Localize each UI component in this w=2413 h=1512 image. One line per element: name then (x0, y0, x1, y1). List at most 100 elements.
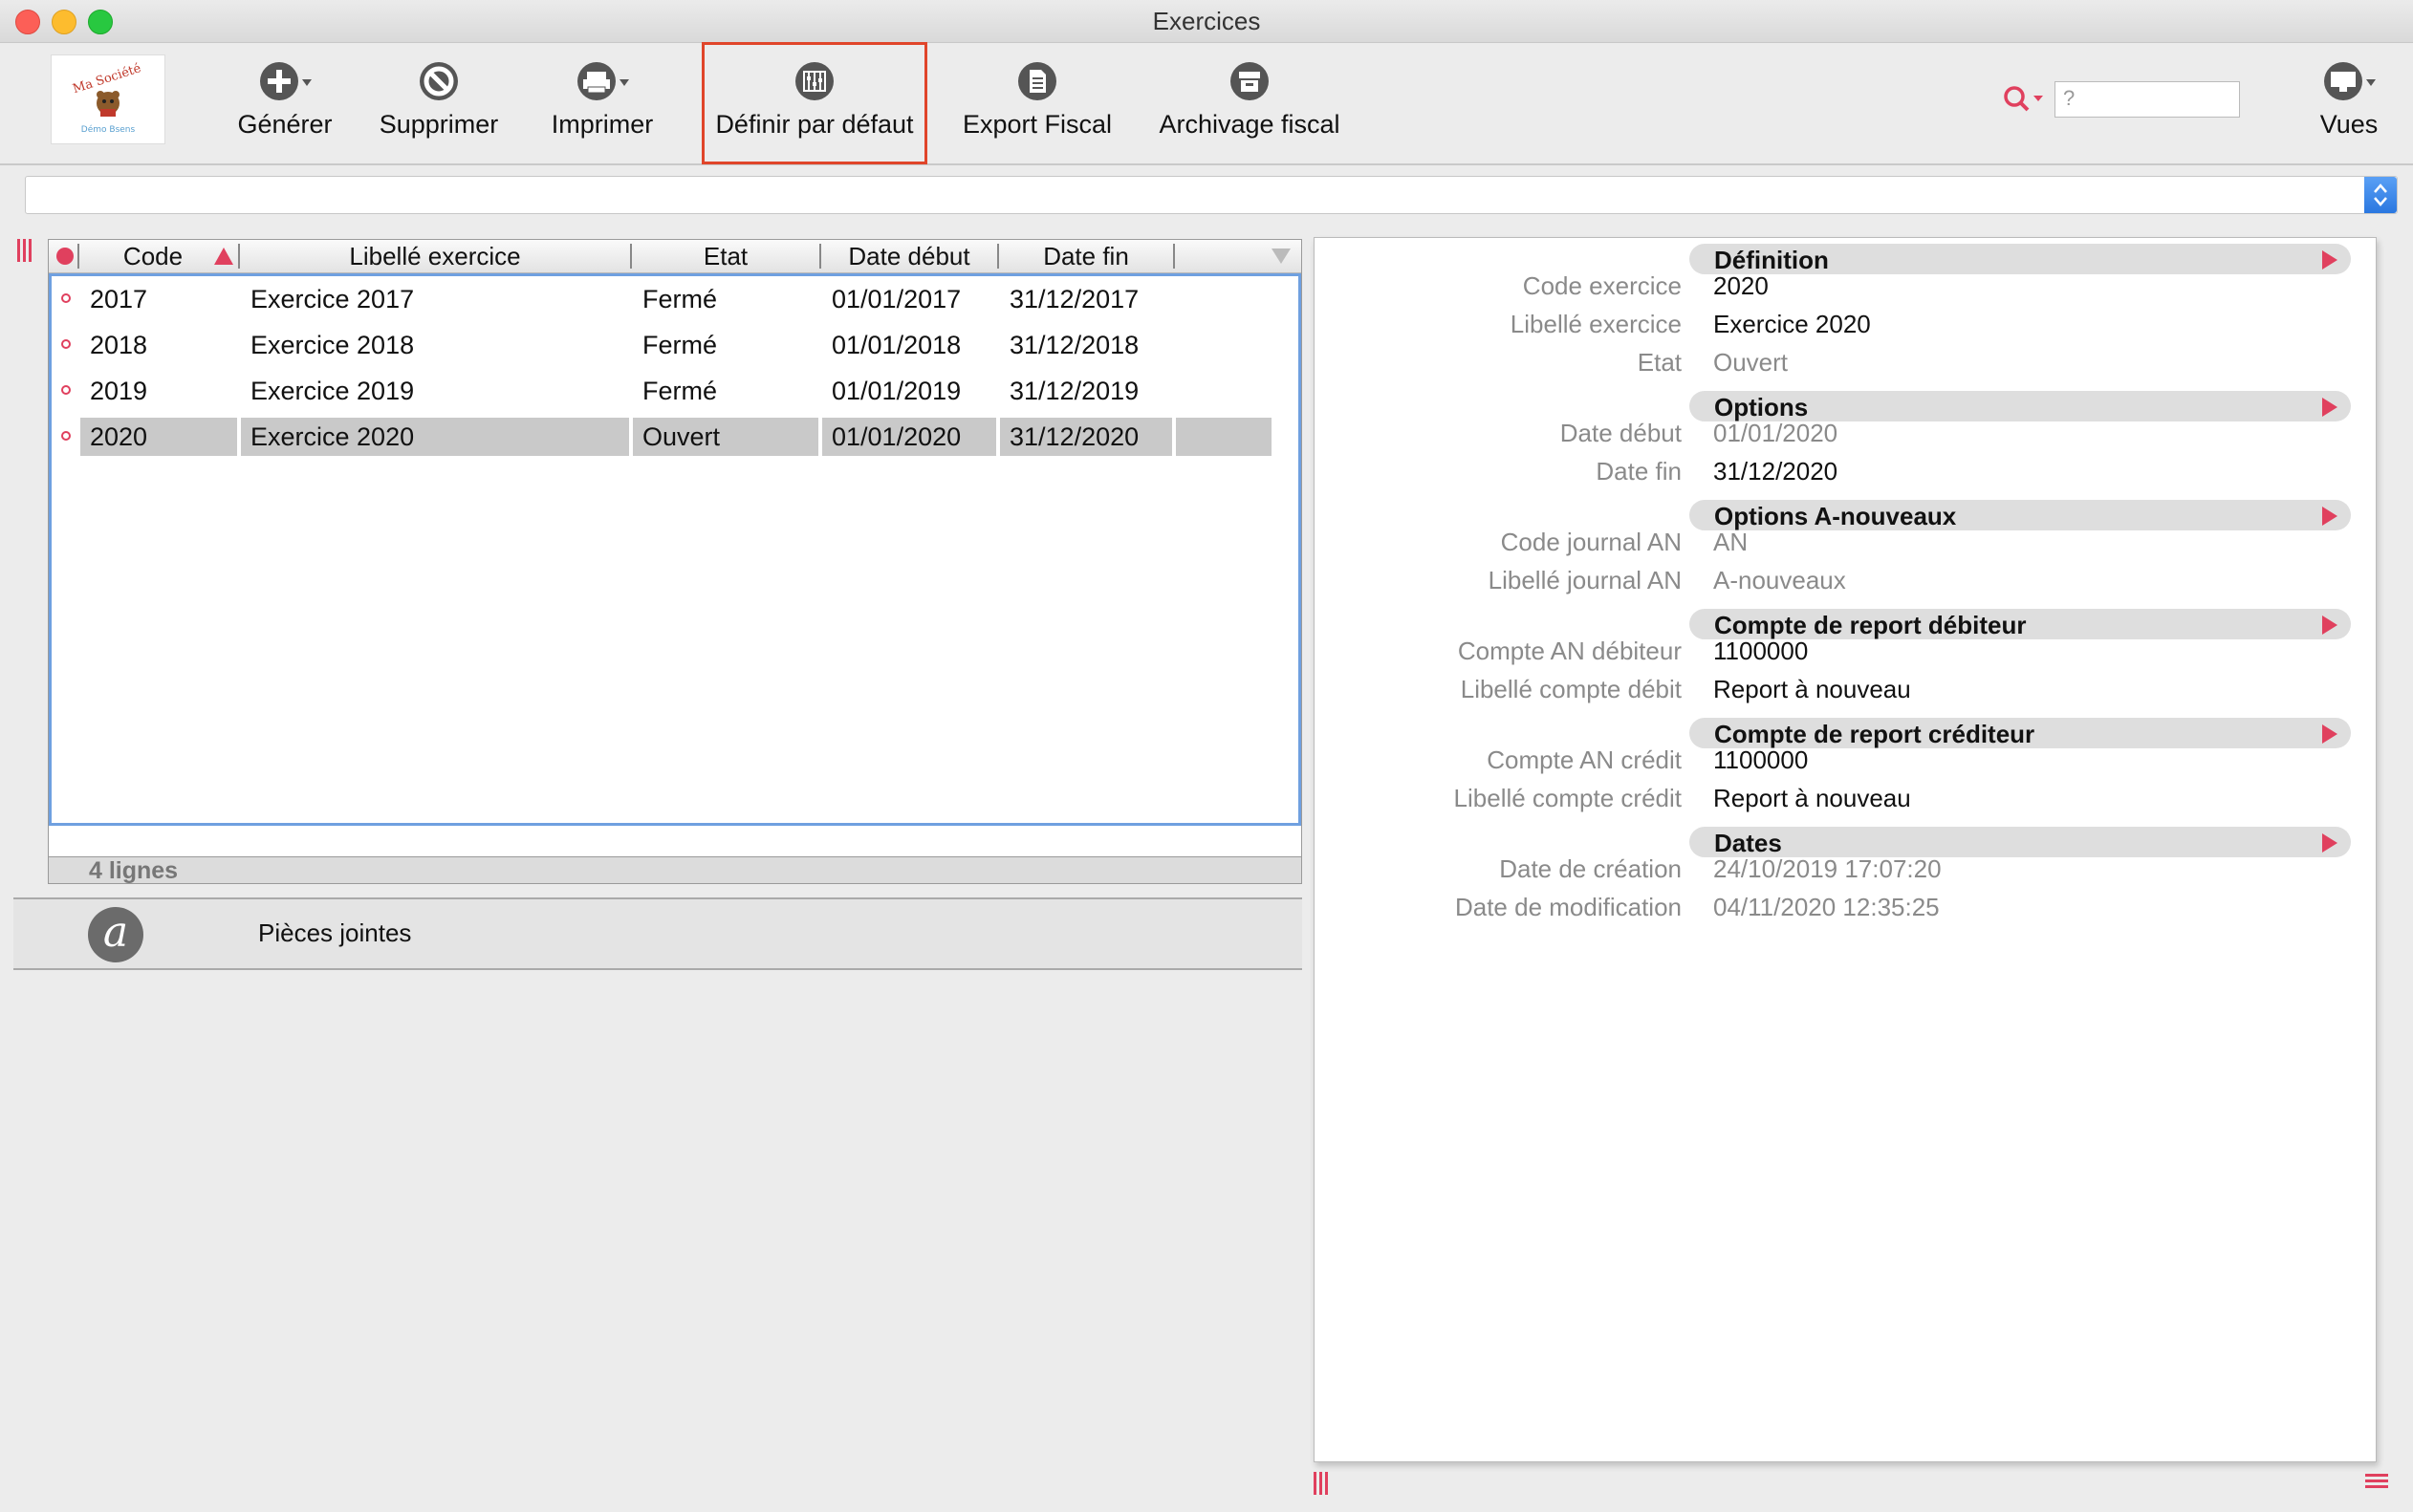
section-header[interactable]: Options A-nouveaux (1689, 500, 2351, 530)
header-code[interactable]: Code (81, 242, 225, 271)
delete-label: Supprimer (379, 110, 499, 139)
expand-arrow-icon[interactable] (2322, 724, 2337, 744)
section-header[interactable]: Dates (1689, 827, 2351, 857)
window-title: Exercices (1152, 7, 1261, 35)
cell-state: Fermé (642, 377, 718, 405)
archive-icon (1230, 62, 1269, 100)
field-value[interactable]: 1100000 (1713, 637, 1808, 666)
title-bar: Exercices (0, 0, 2413, 43)
printer-icon (577, 62, 629, 100)
table-header: Code Libellé exercice Etat Date début Da… (49, 240, 1301, 273)
row-status-dot-icon (61, 339, 71, 349)
field-value[interactable]: 1100000 (1713, 745, 1808, 775)
field-label: Code exercice (1522, 271, 1682, 300)
field-value[interactable]: 24/10/2019 17:07:20 (1713, 854, 1942, 884)
highlight-box (702, 42, 927, 164)
field-value[interactable]: A-nouveaux (1713, 566, 1846, 595)
export-fiscal-button[interactable]: Export Fiscal (954, 60, 1120, 140)
field-value[interactable]: Ouvert (1713, 348, 1788, 378)
expand-arrow-icon[interactable] (2322, 250, 2337, 270)
plus-icon (260, 62, 312, 100)
table-row[interactable]: 2018 Exercice 2018 Fermé 01/01/2018 31/12/20… (52, 322, 1294, 366)
detail-panel: Définition Code exercice 2020 Libellé exerc… (1314, 237, 2377, 1462)
generate-label: Générer (237, 110, 333, 139)
header-start-date[interactable]: Date début (821, 242, 997, 271)
record-dot-icon[interactable] (56, 248, 74, 265)
cell-end-date: 31/12/2018 (1010, 331, 1140, 359)
row-count: 4 lignes (89, 857, 179, 884)
section-header[interactable]: Compte de report débiteur (1689, 609, 2351, 639)
archive-fiscal-label: Archivage fiscal (1159, 110, 1340, 139)
cell-start-date: 01/01/2018 (832, 331, 962, 359)
cell-state: Fermé (642, 331, 718, 359)
field-value[interactable]: Report à nouveau (1713, 784, 1911, 813)
views-label: Vues (2319, 110, 2379, 139)
field-label: Date fin (1596, 457, 1682, 486)
table-footer: 4 lignes (48, 857, 1302, 884)
field-value[interactable]: AN (1713, 528, 1748, 557)
field-label: Etat (1637, 348, 1682, 377)
row-status-dot-icon (61, 293, 71, 303)
cell-state: Fermé (642, 285, 718, 313)
attachments-bar[interactable]: a Pièces jointes (13, 897, 1302, 970)
field-label: Date de modification (1454, 893, 1682, 921)
views-button[interactable]: Vues (2306, 60, 2392, 140)
column-menu-icon[interactable] (1271, 248, 1292, 265)
field-value[interactable]: Exercice 2020 (1713, 310, 1871, 339)
cell-code: 2017 (90, 285, 148, 313)
field-label: Libellé compte débit (1460, 675, 1682, 703)
field-value[interactable]: 04/11/2020 12:35:25 (1713, 893, 1940, 922)
panel-menu-icon[interactable] (2365, 1474, 2388, 1491)
search-input[interactable]: ? (2054, 81, 2240, 118)
search-box: ? (1993, 77, 2242, 119)
expand-arrow-icon[interactable] (2322, 398, 2337, 417)
document-icon (1018, 62, 1056, 100)
section-header[interactable]: Compte de report créditeur (1689, 718, 2351, 748)
field-label: Libellé journal AN (1488, 566, 1682, 594)
field-label: Compte AN crédit (1487, 745, 1682, 774)
header-state[interactable]: Etat (632, 242, 819, 271)
cell-start-date: 01/01/2020 (822, 418, 996, 456)
field-label: Libellé exercice (1510, 310, 1682, 338)
logo-subtitle: Démo Bsens (81, 124, 136, 135)
section-header[interactable]: Options (1689, 391, 2351, 421)
field-value[interactable]: Report à nouveau (1713, 675, 1911, 704)
field-value[interactable]: 01/01/2020 (1713, 419, 1837, 448)
table-row[interactable]: 2020 Exercice 2020 Ouvert 01/01/2020 31/12/2… (52, 414, 1294, 458)
print-button[interactable]: Imprimer (539, 60, 665, 140)
generate-button[interactable]: Générer (226, 60, 344, 140)
column-resize-handle[interactable] (17, 239, 34, 267)
delete-button[interactable]: Supprimer (371, 60, 507, 140)
print-label: Imprimer (551, 110, 654, 139)
field-value[interactable]: 2020 (1713, 271, 1769, 301)
section-header[interactable]: Définition (1689, 244, 2351, 274)
field-value[interactable]: 31/12/2020 (1713, 457, 1837, 486)
cell-filler (1176, 418, 1272, 456)
select-arrows-icon[interactable] (2364, 177, 2397, 213)
cell-start-date: 01/01/2019 (832, 377, 962, 405)
row-status-dot-icon (61, 431, 71, 441)
at-sign-icon: a (88, 907, 143, 962)
sort-ascending-icon[interactable] (213, 247, 234, 266)
logo-name: Ma Société (71, 61, 142, 97)
expand-arrow-icon[interactable] (2322, 507, 2337, 526)
cell-code: 2018 (90, 331, 148, 359)
header-label[interactable]: Libellé exercice (240, 242, 630, 271)
expand-arrow-icon[interactable] (2322, 833, 2337, 853)
table-row[interactable]: 2017 Exercice 2017 Fermé 01/01/2017 31/12/20… (52, 276, 1294, 320)
cell-label: Exercice 2020 (241, 418, 629, 456)
cell-label: Exercice 2018 (250, 331, 415, 359)
field-label: Date début (1559, 419, 1682, 447)
panel-resize-handle[interactable] (1314, 1472, 1331, 1500)
expand-arrow-icon[interactable] (2322, 616, 2337, 635)
header-end-date[interactable]: Date fin (999, 242, 1173, 271)
cell-label: Exercice 2017 (250, 285, 415, 313)
table-row[interactable]: 2019 Exercice 2019 Fermé 01/01/2019 31/12/20… (52, 368, 1294, 412)
search-icon[interactable] (2003, 85, 2049, 114)
archive-fiscal-button[interactable]: Archivage fiscal (1149, 60, 1350, 140)
cell-label: Exercice 2019 (250, 377, 415, 405)
attachments-label: Pièces jointes (258, 918, 412, 947)
cell-start-date: 01/01/2017 (832, 285, 962, 313)
filter-select[interactable] (25, 176, 2398, 214)
field-label: Libellé compte crédit (1453, 784, 1682, 812)
